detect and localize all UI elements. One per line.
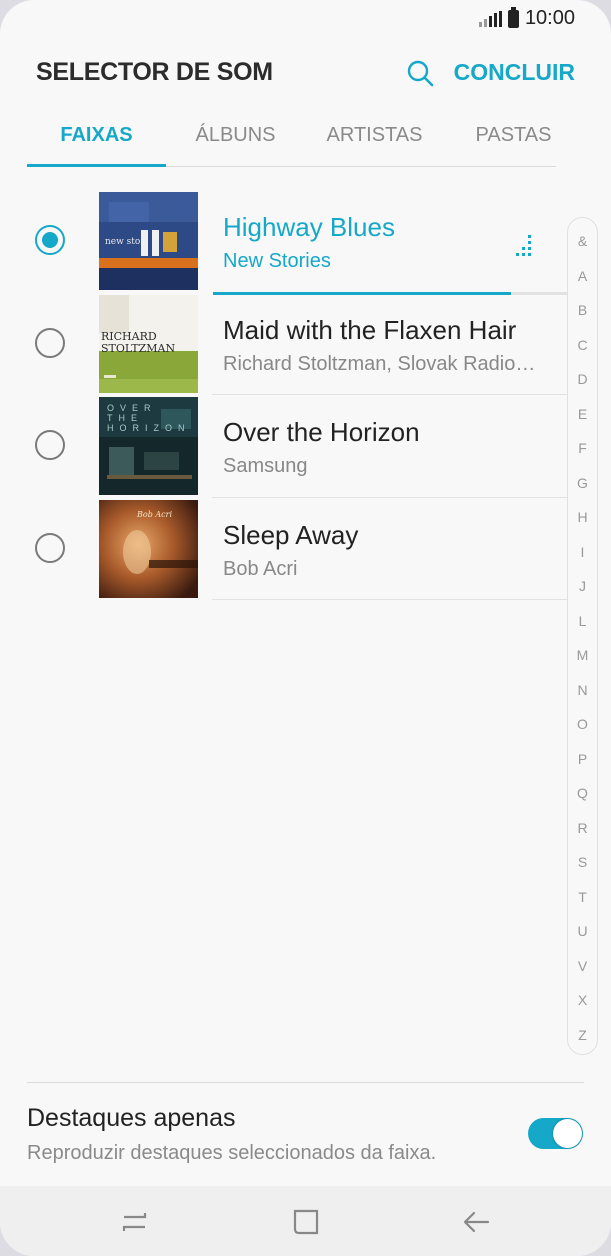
- tab-tracks[interactable]: FAIXAS: [27, 124, 166, 147]
- index-letter[interactable]: O: [568, 716, 597, 732]
- index-letter[interactable]: G: [568, 475, 597, 491]
- battery-icon: [507, 6, 519, 28]
- index-letter[interactable]: V: [568, 958, 597, 974]
- index-letter[interactable]: T: [568, 889, 597, 905]
- signal-icon: [478, 10, 502, 27]
- album-art-text: OVER THE HORIZON: [107, 403, 191, 433]
- index-letter[interactable]: S: [568, 854, 597, 870]
- tab-bar: FAIXAS ÁLBUNS ARTISTAS PASTAS: [27, 112, 556, 167]
- recents-icon: [122, 1213, 147, 1231]
- alphabet-index-scroller[interactable]: & A B C D E F G H I J L M N O P Q R S T U V X Z: [567, 217, 598, 1055]
- highlights-only-description: Reproduzir destaques seleccionados da fa…: [27, 1142, 437, 1164]
- page-title: SELECTOR DE SOM: [36, 58, 273, 86]
- tab-indicator: [27, 164, 166, 167]
- index-letter[interactable]: &: [568, 233, 597, 249]
- index-letter[interactable]: N: [568, 682, 597, 698]
- album-art-text: RICHARD STOLTZMAN: [101, 329, 176, 355]
- track-list: new sto Highway Blues New Stories RICHAR…: [0, 190, 568, 600]
- index-letter[interactable]: C: [568, 337, 597, 353]
- index-letter[interactable]: H: [568, 509, 597, 525]
- track-row-highway-blues[interactable]: new sto Highway Blues New Stories: [0, 190, 568, 295]
- track-artist: Samsung: [223, 455, 308, 477]
- done-button[interactable]: CONCLUIR: [454, 59, 575, 86]
- index-letter[interactable]: P: [568, 751, 597, 767]
- now-playing-icon: [516, 235, 531, 256]
- tab-albums[interactable]: ÁLBUNS: [166, 124, 305, 147]
- search-button[interactable]: [402, 56, 438, 92]
- navigation-bar: [0, 1186, 611, 1256]
- index-letter[interactable]: U: [568, 923, 597, 939]
- index-letter[interactable]: F: [568, 440, 597, 456]
- radio-button-selected[interactable]: [35, 225, 65, 255]
- index-letter[interactable]: I: [568, 544, 597, 560]
- index-letter[interactable]: J: [568, 578, 597, 594]
- home-button[interactable]: [286, 1204, 326, 1240]
- divider: [27, 1082, 584, 1083]
- track-artist: Bob Acri: [223, 557, 298, 580]
- radio-button[interactable]: [35, 430, 65, 460]
- track-title: Maid with the Flaxen Hair: [223, 314, 517, 345]
- index-letter[interactable]: E: [568, 406, 597, 422]
- tab-artists[interactable]: ARTISTAS: [305, 124, 444, 147]
- track-artist: Richard Stoltzman, Slovak Radio Symphony…: [223, 352, 538, 375]
- phone-screen: 10:00 SELECTOR DE SOM CONCLUIR FAIXAS ÁL…: [0, 0, 611, 1256]
- status-bar: 10:00: [0, 0, 611, 38]
- index-letter[interactable]: D: [568, 371, 597, 387]
- highlights-only-label: Destaques apenas: [27, 1104, 236, 1132]
- index-letter[interactable]: M: [568, 647, 597, 663]
- radio-button[interactable]: [35, 532, 65, 563]
- track-row-sleep-away[interactable]: Bob Acri Sleep Away Bob Acri: [0, 498, 568, 600]
- track-title: Over the Horizon: [223, 417, 420, 447]
- index-letter[interactable]: A: [568, 268, 597, 284]
- index-letter[interactable]: R: [568, 820, 597, 836]
- track-artist: New Stories: [223, 250, 331, 272]
- album-art-text: Bob Acri: [137, 509, 172, 519]
- index-letter[interactable]: Z: [568, 1027, 597, 1043]
- album-art-over-the-horizon: OVER THE HORIZON: [99, 397, 198, 495]
- status-time: 10:00: [524, 7, 575, 29]
- search-icon: [407, 60, 434, 87]
- album-art-sleep-away: Bob Acri: [99, 499, 198, 598]
- track-title: Highway Blues: [223, 212, 395, 242]
- home-icon: [293, 1209, 319, 1235]
- index-letter[interactable]: Q: [568, 785, 597, 801]
- highlights-only-toggle[interactable]: [528, 1118, 583, 1149]
- album-art-richard-stoltzman: RICHARD STOLTZMAN: [99, 294, 198, 393]
- album-art-new-stories: new sto: [99, 192, 198, 290]
- index-letter[interactable]: L: [568, 613, 597, 629]
- tab-folders[interactable]: PASTAS: [444, 124, 583, 147]
- back-icon: [463, 1211, 490, 1233]
- header: SELECTOR DE SOM CONCLUIR: [0, 48, 611, 98]
- track-row-maid-with-the-flaxen-hair[interactable]: RICHARD STOLTZMAN Maid with the Flaxen H…: [0, 293, 568, 395]
- album-art-text: new sto: [105, 237, 141, 247]
- track-row-over-the-horizon[interactable]: OVER THE HORIZON Over the Horizon Samsun…: [0, 395, 568, 498]
- radio-button[interactable]: [35, 327, 65, 358]
- toggle-knob: [553, 1119, 582, 1148]
- back-button[interactable]: [457, 1204, 497, 1240]
- recents-button[interactable]: [115, 1204, 155, 1240]
- index-letter[interactable]: X: [568, 992, 597, 1008]
- index-letter[interactable]: B: [568, 302, 597, 318]
- track-title: Sleep Away: [223, 519, 359, 550]
